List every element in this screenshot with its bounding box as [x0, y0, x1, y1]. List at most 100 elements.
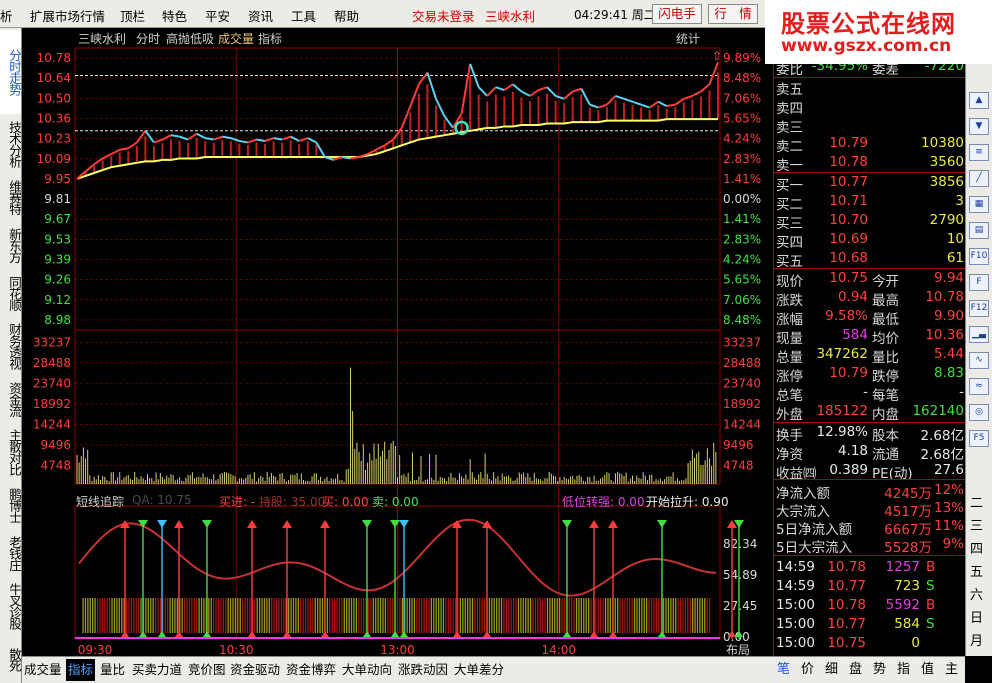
period-button[interactable]: 月 — [970, 630, 983, 649]
quote-stat-row: 现价 10.75 今开 9.94 — [776, 270, 964, 290]
bottom-tab[interactable]: 成交量 — [22, 659, 64, 681]
tab-sansi[interactable]: 散死 — [0, 638, 22, 680]
signal-icon[interactable]: ▁▃ — [969, 326, 989, 343]
panel-tab[interactable]: 盘 — [849, 659, 862, 681]
price-line-segment — [102, 153, 112, 160]
volume-bars — [76, 367, 717, 484]
bottom-tab[interactable]: 指标 — [66, 659, 96, 681]
bid-row[interactable]: 买五 10.68 61 — [776, 250, 964, 270]
fund-flow-row: 5日大宗流入 5528万 9% — [776, 536, 964, 556]
tick-price: 10.78 — [827, 559, 866, 575]
tab-technical[interactable]: 技术分析 — [0, 118, 22, 170]
tab-weisaite[interactable]: 维赛特 — [0, 176, 22, 218]
menu-item-pingan[interactable]: 平安 — [205, 6, 230, 25]
price-line-segment — [691, 90, 702, 97]
period-button[interactable]: 四 — [970, 538, 983, 557]
tick-row: 15:00 10.75 0 — [776, 635, 964, 653]
period-button[interactable]: 日 — [970, 607, 983, 626]
panel-tab[interactable]: 指 — [897, 659, 910, 681]
bottom-tab[interactable]: 量比 — [98, 659, 127, 681]
tab-laoqianzhuang[interactable]: 老钱庄 — [0, 532, 22, 574]
tab-new-orient[interactable]: 新东方 — [0, 224, 22, 266]
menu-item-special[interactable]: 特色 — [162, 6, 187, 25]
tick-volume: 723 — [894, 578, 920, 594]
menu-item-help[interactable]: 帮助 — [334, 6, 359, 25]
wave2-icon[interactable]: ≈ — [969, 378, 989, 395]
arrow-down-icon[interactable]: ▼ — [969, 118, 989, 135]
bottom-tab[interactable]: 竞价图 — [186, 659, 228, 681]
f-icon[interactable]: F — [969, 274, 989, 291]
ask-row[interactable]: 卖一 10.78 3560 — [776, 154, 964, 174]
menu-item-news[interactable]: 资讯 — [248, 6, 273, 25]
arrow-up-icon[interactable]: ▲ — [969, 92, 989, 109]
ask-row[interactable]: 卖五 — [776, 78, 964, 98]
menu-item-tools[interactable]: 工具 — [291, 6, 316, 25]
grid-icon[interactable]: ▦ — [969, 196, 989, 213]
chart-icon[interactable]: ╱ — [969, 170, 989, 187]
wave-icon[interactable]: ∿ — [969, 352, 989, 369]
indicator-axis-label: 82.34 — [723, 537, 757, 551]
panel-tab[interactable]: 细 — [825, 659, 838, 681]
list-icon[interactable]: ≡ — [969, 144, 989, 161]
tick-price: 10.77 — [827, 578, 866, 594]
bottom-tab[interactable]: 大单差分 — [452, 659, 506, 681]
tab-pengboshi[interactable]: 鹏博士 — [0, 484, 22, 526]
price-line-segment — [512, 83, 523, 93]
panel-tab[interactable]: 值 — [921, 659, 934, 681]
tab-fund-flow[interactable]: 资金流 — [0, 378, 22, 420]
ask-row[interactable]: 卖三 — [776, 116, 964, 136]
period-button[interactable]: 五 — [970, 561, 983, 580]
panel-tab[interactable]: 势 — [873, 659, 886, 681]
price-line-segment — [170, 134, 180, 138]
panel-tab[interactable]: 主 — [945, 659, 958, 681]
trade-login-status[interactable]: 交易未登录 — [412, 6, 475, 25]
bid-row[interactable]: 买三 10.70 2790 — [776, 212, 964, 232]
f5-icon[interactable]: F5 — [969, 430, 989, 447]
tab-intraday[interactable]: 分时走势 — [0, 30, 22, 114]
panel-tab[interactable]: 笔 — [777, 659, 790, 681]
bottom-tab[interactable]: 资金驱动 — [228, 659, 282, 681]
intraday-chart[interactable]: 10.78 9.89% 10.64 8.48% 10.50 7.06% 10.36 5.65%… — [22, 28, 773, 657]
price-line-segment — [179, 135, 189, 141]
panel-tab[interactable]: 价 — [801, 659, 814, 681]
ask-row[interactable]: 卖二 10.79 10380 — [776, 135, 964, 155]
chart-canvas[interactable]: 10.78 9.89% 10.64 8.48% 10.50 7.06% 10.36 5.65%… — [22, 28, 773, 656]
tick-row: 14:59 10.78 1257 B — [776, 559, 964, 577]
stat-label: 外盘 — [776, 407, 803, 423]
tab-niucha[interactable]: 牛叉诊股 — [0, 580, 22, 632]
price-line-segment — [409, 83, 420, 107]
period-button[interactable]: 二 — [970, 492, 983, 511]
bottom-tab[interactable]: 涨跌动因 — [396, 659, 450, 681]
bid-row[interactable]: 买一 10.77 3856 — [776, 174, 964, 194]
bottom-tab[interactable]: 资金博弈 — [284, 659, 338, 681]
brand-watermark: 股票公式在线网 www.gszx.com.cn — [765, 0, 992, 64]
target-icon[interactable]: ◎ — [969, 404, 989, 421]
menu-item-analysis[interactable]: 析 — [0, 6, 13, 25]
table-icon[interactable]: ▤ — [969, 222, 989, 239]
tab-finance[interactable]: 财务透视 — [0, 320, 22, 372]
price-line-segment — [136, 130, 147, 144]
flash-trade-button[interactable]: 闪电手 — [652, 4, 702, 24]
chart-tab-indicator[interactable]: 指标 — [258, 30, 282, 47]
chart-tab-high-low[interactable]: 高抛低吸 — [166, 30, 214, 47]
menu-item-topbar[interactable]: 顶栏 — [120, 6, 145, 25]
f10-icon[interactable]: F10 — [969, 248, 989, 265]
chart-tab-volume[interactable]: 成交量 — [218, 30, 254, 47]
bottom-tab[interactable]: 买卖力道 — [130, 659, 184, 681]
period-button[interactable]: 三 — [970, 515, 983, 534]
quote-button[interactable]: 行 情 — [708, 4, 758, 24]
bottom-tab[interactable]: 大单动向 — [340, 659, 394, 681]
tick-time: 14:59 — [776, 559, 815, 575]
period-button[interactable]: 六 — [970, 584, 983, 603]
stats-button[interactable]: 统计 — [676, 30, 700, 47]
bid-row[interactable]: 买四 10.69 10 — [776, 231, 964, 251]
bid-row[interactable]: 买二 10.71 3 — [776, 193, 964, 213]
tab-main-vs-retail[interactable]: 主散对比 — [0, 426, 22, 478]
chart-tab-intraday[interactable]: 分时 — [136, 30, 160, 47]
indicator-name[interactable]: 短线追踪 — [76, 493, 124, 510]
left-side-tabs: 分时走势 技术分析 维赛特 新东方 同花顺 财务透视 资金流 主散对比 鹏博士 … — [0, 28, 22, 683]
f12-icon[interactable]: F12 — [969, 300, 989, 317]
ask-row[interactable]: 卖四 — [776, 97, 964, 117]
tab-ths[interactable]: 同花顺 — [0, 272, 22, 314]
menu-item-ext-market[interactable]: 扩展市场行情 — [30, 6, 105, 25]
